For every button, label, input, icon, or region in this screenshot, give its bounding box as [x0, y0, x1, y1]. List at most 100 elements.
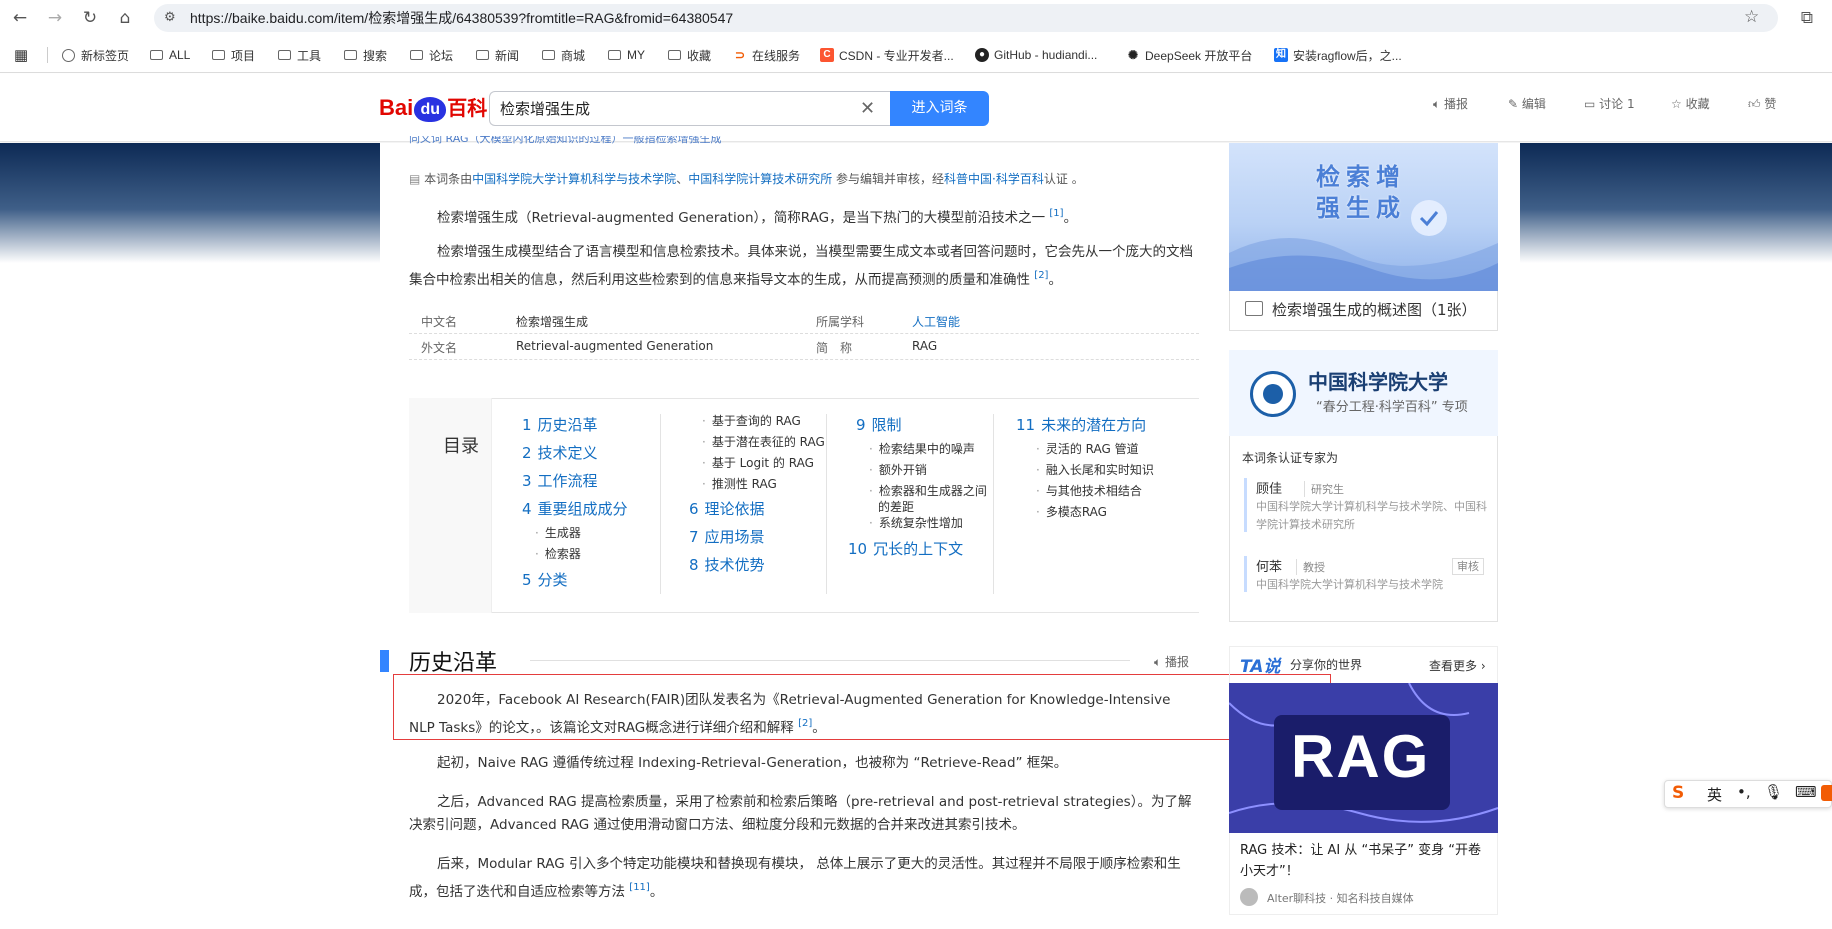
bookmark-mall[interactable]: 商城	[542, 45, 585, 65]
toc-subitem-flexible-pipeline[interactable]: 灵活的 RAG 管道	[1036, 440, 1139, 457]
bookmark-all[interactable]: ALL	[150, 45, 190, 65]
summary-paragraph-1: 检索增强生成（Retrieval-augmented Generation），简…	[437, 208, 1078, 226]
toc-subitem-multimodal[interactable]: 多模态RAG	[1036, 503, 1107, 520]
reference-link[interactable]: [11]	[629, 882, 650, 893]
bookmark-newtab[interactable]: 新标签页	[62, 45, 129, 65]
toc-item-history[interactable]: 1 历史沿革	[522, 414, 598, 435]
toc-item-future[interactable]: 11 未来的潜在方向	[1016, 414, 1146, 435]
keyboard-icon[interactable]: ⌨︎	[1795, 783, 1817, 801]
clear-icon[interactable]: ✕	[860, 98, 875, 119]
info-row: 中文名 检索增强生成 所属学科 人工智能	[409, 308, 1199, 334]
toc-subitem-gap[interactable]: 检索器和生成器之间	[869, 482, 987, 499]
folder-icon	[150, 50, 163, 60]
toc-subitem-retriever[interactable]: 检索器	[535, 545, 581, 562]
org-name[interactable]: 中国科学院大学	[1308, 366, 1448, 395]
bookmark-ragflow[interactable]: 知安装ragflow后，之...	[1274, 45, 1402, 65]
bookmark-tools[interactable]: 工具	[278, 45, 321, 65]
toc-item-theory[interactable]: 6 理论依据	[689, 498, 765, 519]
bookmark-my[interactable]: MY	[608, 45, 645, 65]
toc-subitem-overhead[interactable]: 额外开销	[869, 461, 927, 478]
ime-punctuation-icon[interactable]: •,	[1737, 783, 1751, 801]
like-button[interactable]: 👍︎ 赞	[1748, 95, 1776, 112]
bookmark-divider	[47, 47, 48, 63]
bookmark-online-service[interactable]: ⊃ 在线服务	[733, 45, 800, 65]
video-author[interactable]: Alter聊科技 · 知名科技自媒体	[1267, 890, 1414, 906]
search-box	[489, 91, 890, 126]
toc-item-applications[interactable]: 7 应用场景	[689, 526, 765, 547]
bookmark-search[interactable]: 搜索	[344, 45, 387, 65]
folder-icon	[542, 50, 555, 60]
toc-subitem-generator[interactable]: 生成器	[535, 524, 581, 541]
toc-item-definition[interactable]: 2 技术定义	[522, 442, 598, 463]
expert-name[interactable]: 何苯	[1256, 556, 1282, 575]
toc-title: 目录	[443, 436, 479, 457]
toc-subitem-query-rag[interactable]: 基于查询的 RAG	[702, 412, 801, 429]
url-text[interactable]: https://baike.baidu.com/item/检索增强生成/6438…	[190, 8, 733, 28]
site-info-icon[interactable]: ⚙	[164, 10, 176, 25]
globe-icon	[62, 48, 75, 62]
toc-item-advantages[interactable]: 8 技术优势	[689, 554, 765, 575]
reference-link[interactable]: [2]	[1034, 270, 1048, 281]
toc-item-classification[interactable]: 5 分类	[522, 569, 568, 590]
bookmark-forum[interactable]: 论坛	[410, 45, 453, 65]
bookmark-github[interactable]: ● GitHub - hudiandi...	[975, 45, 1097, 65]
reference-link[interactable]: [2]	[798, 718, 812, 729]
ime-language-toggle[interactable]: 英	[1707, 784, 1722, 805]
bookmark-favorites[interactable]: 收藏	[668, 45, 711, 65]
ta-subtitle: 分享你的世界	[1290, 658, 1363, 672]
toc-subitem-combine[interactable]: 与其他技术相结合	[1036, 482, 1142, 499]
favorite-button[interactable]: ☆ 收藏	[1671, 95, 1710, 112]
chevron-right-icon: ›	[1477, 659, 1486, 673]
baike-logo[interactable]: Bai du 百科	[379, 92, 487, 122]
toc-divider	[826, 414, 827, 594]
ime-skin-icon[interactable]	[1821, 785, 1832, 801]
home-icon[interactable]: ⌂	[113, 6, 137, 30]
toc-subitem-complexity[interactable]: 系统复杂性增加	[869, 514, 963, 531]
expert-name[interactable]: 顾佳	[1256, 478, 1282, 497]
toc-subitem-longtail[interactable]: 融入长尾和实时知识	[1036, 461, 1154, 478]
bookmark-projects[interactable]: 项目	[212, 45, 255, 65]
edit-button[interactable]: ✎ 编辑	[1508, 95, 1546, 112]
ime-logo-icon[interactable]: S	[1672, 783, 1684, 803]
bookmark-news[interactable]: 新闻	[476, 45, 519, 65]
cert-org-link-1[interactable]: 中国科学院大学计算机科学与技术学院	[472, 172, 676, 186]
expert-bar	[1244, 478, 1247, 532]
toc-subitem-noise[interactable]: 检索结果中的噪声	[869, 440, 975, 457]
cert-org-link-3[interactable]: 科普中国·科学百科	[944, 172, 1044, 186]
apps-grid-icon[interactable]: ▦	[14, 45, 28, 65]
toc-subitem-latent-rag[interactable]: 基于潜在表征的 RAG	[702, 433, 825, 450]
reload-icon[interactable]: ↻	[78, 6, 102, 30]
reference-link[interactable]: [1]	[1049, 208, 1063, 219]
history-paragraph-2: 起初，Naive RAG 遵循传统过程 Indexing-Retrieval-G…	[437, 755, 1068, 771]
bookmark-csdn[interactable]: C CSDN - 专业开发者...	[820, 45, 954, 65]
toc-subitem-logit-rag[interactable]: 基于 Logit 的 RAG	[702, 454, 814, 471]
section-broadcast-button[interactable]: 🔈︎ 播报	[1154, 653, 1189, 670]
extensions-icon[interactable]: ⧉	[1795, 6, 1819, 30]
toc-item-limitations[interactable]: 9 限制	[856, 414, 902, 435]
overview-image-text: 检索增强生成	[1316, 163, 1406, 222]
subject-link[interactable]: 人工智能	[912, 313, 960, 330]
overview-image-caption[interactable]: 检索增强生成的概述图（1张）	[1229, 291, 1498, 331]
history-paragraph-3: 之后，Advanced RAG 提高检索质量，采用了检索前和检索后策略（pre-…	[409, 794, 1192, 833]
enter-entry-button[interactable]: 进入词条	[890, 91, 989, 126]
video-title[interactable]: RAG 技术：让 AI 从 “书呆子” 变身 “开卷小天才”！	[1240, 840, 1490, 882]
see-more-link[interactable]: 查看更多 ›	[1429, 657, 1486, 674]
bookmark-star-icon[interactable]: ☆	[1744, 7, 1759, 27]
toc-item-workflow[interactable]: 3 工作流程	[522, 470, 598, 491]
cert-org-link-2[interactable]: 中国科学院计算技术研究所	[688, 172, 832, 186]
section-marker	[380, 650, 389, 672]
bookmark-deepseek[interactable]: ✺ DeepSeek 开放平台	[1126, 45, 1252, 65]
back-icon[interactable]: ←	[8, 6, 32, 30]
toc-item-long-context[interactable]: 10 冗长的上下文	[848, 538, 963, 559]
github-icon: ●	[975, 48, 989, 62]
comment-icon: ▭	[1584, 97, 1600, 111]
broadcast-button[interactable]: 🔈︎ 播报	[1433, 95, 1468, 112]
folder-icon	[344, 50, 357, 60]
forward-icon[interactable]: →	[43, 6, 67, 30]
toc-item-components[interactable]: 4 重要组成成分	[522, 498, 628, 519]
search-input[interactable]	[490, 92, 840, 125]
summary-paragraph-2: 检索增强生成模型结合了语言模型和信息检索技术。具体来说，当模型需要生成文本或者回…	[409, 244, 1193, 288]
discuss-button[interactable]: ▭ 讨论 1	[1584, 95, 1635, 112]
toc-subitem-speculative-rag[interactable]: 推测性 RAG	[702, 475, 777, 492]
microphone-icon[interactable]: 🎙︎	[1764, 783, 1783, 801]
